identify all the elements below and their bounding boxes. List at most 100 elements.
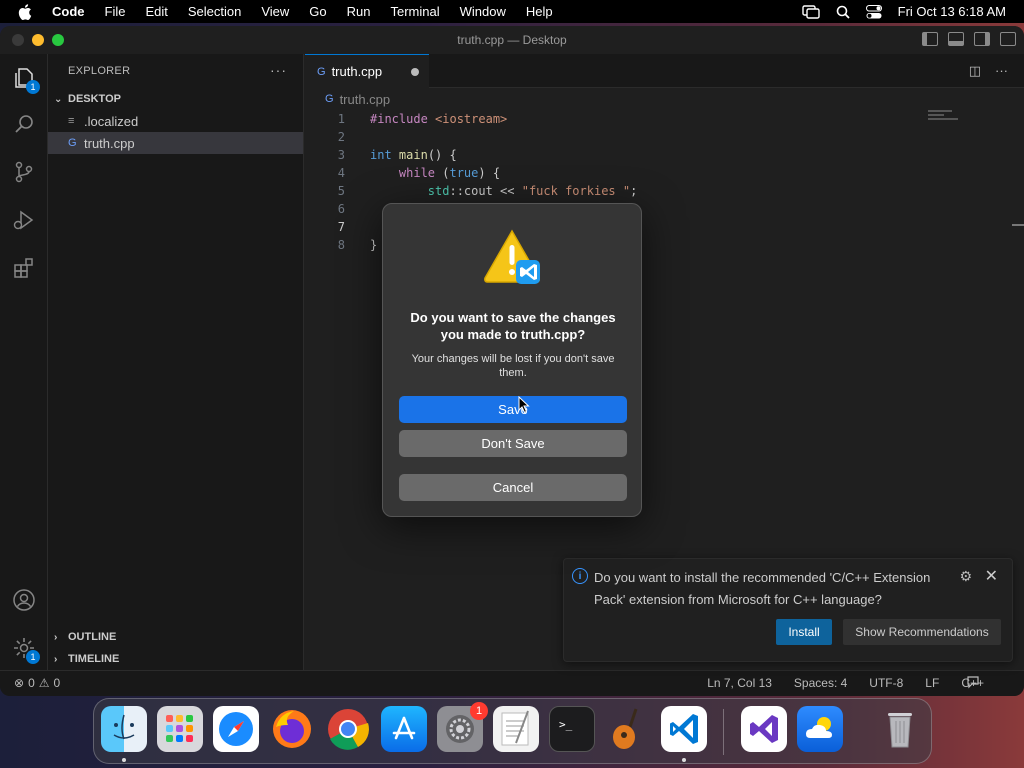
toggle-secondary-sidebar-icon[interactable] bbox=[974, 32, 990, 46]
code-text: } bbox=[370, 238, 378, 252]
manage-gear-icon[interactable]: 1 bbox=[12, 636, 40, 664]
code-line: 5 std::cout << "fuck forkies "; bbox=[305, 182, 1024, 200]
menu-run[interactable]: Run bbox=[347, 4, 371, 19]
trash-icon[interactable] bbox=[877, 706, 923, 752]
indentation[interactable]: Spaces: 4 bbox=[794, 676, 847, 690]
maximize-window-button[interactable] bbox=[52, 34, 64, 46]
svg-text:>_: >_ bbox=[559, 718, 573, 731]
menu-window[interactable]: Window bbox=[460, 4, 506, 19]
more-actions-icon[interactable]: ··· bbox=[270, 62, 287, 78]
extensions-icon[interactable] bbox=[12, 256, 36, 280]
cpp-file-icon: G bbox=[68, 137, 77, 149]
menu-file[interactable]: File bbox=[105, 4, 126, 19]
editor-tabs: G truth.cpp ◫ ··· bbox=[305, 54, 1024, 88]
close-window-button[interactable] bbox=[12, 34, 24, 46]
finder-icon[interactable] bbox=[101, 706, 147, 752]
running-indicator bbox=[122, 758, 126, 762]
file-name: truth.cpp bbox=[84, 135, 135, 151]
menubar-clock[interactable]: Fri Oct 13 6:18 AM bbox=[898, 4, 1006, 19]
cursor-position[interactable]: Ln 7, Col 13 bbox=[707, 676, 772, 690]
safari-icon[interactable] bbox=[213, 706, 259, 752]
feedback-icon[interactable] bbox=[966, 675, 980, 692]
toggle-panel-icon[interactable] bbox=[948, 32, 964, 46]
line-number: 1 bbox=[337, 112, 345, 126]
textedit-icon[interactable] bbox=[493, 706, 539, 752]
timeline-label: TIMELINE bbox=[68, 653, 120, 665]
file-item-localized[interactable]: ≡ .localized bbox=[48, 110, 303, 132]
problems-indicator[interactable]: ⊗ 0 ⚠ 0 bbox=[14, 676, 60, 690]
code-line: 2 bbox=[305, 128, 1024, 146]
dialog-title: Do you want to save the changes you made… bbox=[410, 310, 616, 342]
timeline-section[interactable]: › TIMELINE bbox=[48, 648, 303, 670]
apple-menu-icon[interactable] bbox=[18, 3, 34, 20]
unsaved-dot-icon[interactable] bbox=[411, 68, 419, 76]
scrollbar[interactable] bbox=[1012, 224, 1024, 226]
title-bar: truth.cpp — Desktop bbox=[0, 26, 1024, 54]
garageband-icon[interactable] bbox=[605, 706, 651, 752]
layout-controls bbox=[922, 32, 1016, 46]
chrome-icon[interactable] bbox=[325, 706, 371, 752]
outline-section[interactable]: › OUTLINE bbox=[48, 626, 303, 648]
tab-truth-cpp[interactable]: G truth.cpp bbox=[305, 54, 429, 88]
run-debug-icon[interactable] bbox=[12, 208, 36, 232]
menu-help[interactable]: Help bbox=[526, 4, 553, 19]
file-item-truth-cpp[interactable]: G truth.cpp bbox=[48, 132, 303, 154]
explorer-icon[interactable]: 1 bbox=[12, 66, 40, 94]
menu-go[interactable]: Go bbox=[309, 4, 326, 19]
weather-icon[interactable] bbox=[797, 706, 843, 752]
menu-selection[interactable]: Selection bbox=[188, 4, 241, 19]
search-icon[interactable] bbox=[12, 112, 36, 136]
visual-studio-icon[interactable] bbox=[741, 706, 787, 752]
firefox-icon[interactable] bbox=[269, 706, 315, 752]
minimize-window-button[interactable] bbox=[32, 34, 44, 46]
menu-terminal[interactable]: Terminal bbox=[391, 4, 440, 19]
breadcrumb-file: truth.cpp bbox=[339, 91, 391, 107]
screen-mirror-icon[interactable] bbox=[801, 4, 820, 19]
code-text: std::cout << "fuck forkies "; bbox=[427, 184, 638, 198]
more-actions-icon[interactable]: ··· bbox=[995, 63, 1008, 79]
folder-name: DESKTOP bbox=[68, 93, 121, 105]
accounts-icon[interactable] bbox=[12, 588, 36, 612]
end-of-line[interactable]: LF bbox=[925, 676, 939, 690]
vscode-icon[interactable] bbox=[661, 706, 707, 752]
folder-section-desktop[interactable]: ⌄ DESKTOP bbox=[48, 88, 303, 110]
dont-save-button[interactable]: Don't Save bbox=[399, 430, 627, 457]
dock-separator bbox=[723, 709, 724, 755]
show-recommendations-button[interactable]: Show Recommendations bbox=[843, 619, 1001, 645]
app-store-icon[interactable] bbox=[381, 706, 427, 752]
error-count: 0 bbox=[28, 676, 35, 690]
explorer-badge: 1 bbox=[26, 80, 40, 94]
close-icon[interactable]: ✕ bbox=[985, 566, 998, 586]
line-number: 7 bbox=[337, 220, 345, 234]
window-controls bbox=[12, 34, 64, 46]
extension-recommendation-toast: i Do you want to install the recommended… bbox=[563, 558, 1013, 662]
split-editor-icon[interactable]: ◫ bbox=[969, 63, 981, 79]
launchpad-icon[interactable] bbox=[157, 706, 203, 752]
source-control-icon[interactable] bbox=[12, 160, 36, 184]
control-center-icon[interactable] bbox=[865, 4, 882, 19]
terminal-icon[interactable]: >_ bbox=[549, 706, 595, 752]
minimap[interactable] bbox=[928, 110, 968, 130]
encoding[interactable]: UTF-8 bbox=[869, 676, 903, 690]
activity-bar: 1 1 bbox=[0, 54, 48, 670]
cpp-file-icon: G bbox=[325, 93, 334, 105]
save-button[interactable]: Save bbox=[399, 396, 627, 423]
customize-layout-icon[interactable] bbox=[1000, 32, 1016, 46]
warning-icon: ⚠ bbox=[38, 676, 50, 690]
menu-edit[interactable]: Edit bbox=[145, 4, 167, 19]
toggle-primary-sidebar-icon[interactable] bbox=[922, 32, 938, 46]
text-file-icon: ≡ bbox=[68, 115, 75, 127]
mouse-cursor-icon bbox=[518, 395, 530, 414]
line-number: 6 bbox=[337, 202, 345, 216]
install-button[interactable]: Install bbox=[776, 619, 832, 645]
breadcrumb[interactable]: G truth.cpp bbox=[305, 88, 1024, 110]
error-icon: ⊗ bbox=[14, 676, 25, 690]
chevron-right-icon: › bbox=[54, 653, 58, 665]
cancel-button[interactable]: Cancel bbox=[399, 474, 627, 501]
gear-icon[interactable]: ⚙ bbox=[959, 568, 972, 585]
menu-view[interactable]: View bbox=[261, 4, 289, 19]
status-bar: ⊗ 0 ⚠ 0 Ln 7, Col 13 Spaces: 4 UTF-8 LF … bbox=[0, 670, 1024, 696]
spotlight-search-icon[interactable] bbox=[836, 5, 850, 19]
outline-label: OUTLINE bbox=[68, 631, 117, 643]
menu-app-name[interactable]: Code bbox=[52, 4, 85, 19]
